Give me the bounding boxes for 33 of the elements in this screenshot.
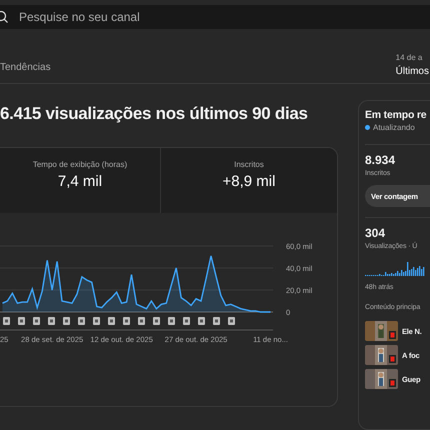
subscriber-count: 8.934 [365,153,396,167]
upload-marker-icon[interactable] [138,317,145,325]
headline: 6.415 visualizações nos últimos 90 dias [0,104,309,124]
shorts-badge-icon [389,379,396,387]
upload-marker-icon[interactable] [33,317,40,325]
shorts-badge-icon [389,331,396,339]
shorts-badge-icon [389,355,396,363]
metric-value: +8,9 mil [222,173,276,190]
upload-marker-icon[interactable] [198,317,205,325]
status-text: Atualizando [373,123,415,132]
upload-marker-icon[interactable] [183,317,190,325]
upload-marker-icon[interactable] [168,317,175,325]
upload-marker-icon[interactable] [213,317,220,325]
upload-marker-icon[interactable] [18,317,25,325]
period-label[interactable]: Últimos [396,66,429,77]
upload-marker-icon[interactable] [48,317,55,325]
card-title: Em tempo re [365,109,428,121]
search-icon [0,10,9,23]
upload-marker-icon[interactable] [78,317,85,325]
date-range: 14 de a [396,53,422,62]
tab[interactable]: Tendências [0,62,51,77]
upload-marker-icon[interactable] [108,317,115,325]
metric-label: Inscritos [234,160,264,169]
upload-marker-icon[interactable] [93,317,100,325]
metric-value: 7,4 mil [58,173,102,190]
views-count: 304 [365,226,386,240]
upload-marker-icon[interactable] [153,317,160,325]
upload-marker-icon[interactable] [63,317,70,325]
upload-marker-icon[interactable] [228,317,235,325]
status-dot-icon [365,125,370,130]
upload-marker-icon[interactable] [3,317,10,325]
upload-marker-icon[interactable] [123,317,130,325]
metric-label: Tempo de exibição (horas) [32,160,128,169]
